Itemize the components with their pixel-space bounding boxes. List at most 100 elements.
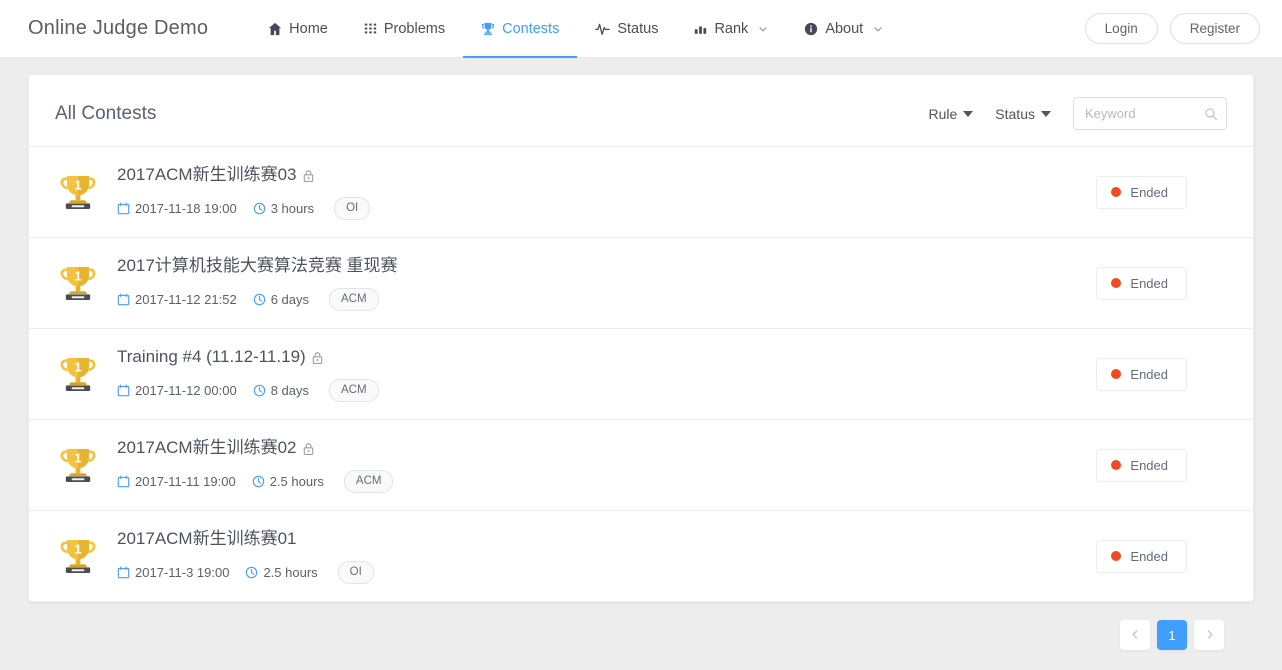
contest-date: 2017-11-11 19:00 [135,473,236,489]
contest-duration: 6 days [253,292,309,307]
contest-duration: 3 hours [253,201,314,216]
contest-start-time: 2017-11-11 19:00 [117,474,236,489]
bar-chart-icon [694,22,707,35]
pagination-next-button[interactable] [1194,620,1224,650]
nav-item-rank[interactable]: Rank [676,0,786,58]
clock-icon [253,293,266,306]
contest-duration: 8 days [253,383,309,398]
contest-row[interactable]: 1 2017计算机技能大赛算法竞赛 重现赛 2017-11-12 21:52 6… [29,237,1253,328]
contest-status: Ended [1096,357,1227,391]
contest-row[interactable]: 1 2017ACM新生训练赛02 2017-11-11 19:00 2.5 ho… [29,419,1253,510]
contest-title-row: Training #4 (11.12-11.19) [117,346,1096,369]
lock-icon [302,169,315,183]
trophy-glyph: 1 [60,449,96,482]
login-button[interactable]: Login [1084,12,1158,45]
search-input[interactable] [1085,106,1200,121]
caret-down-icon [1041,110,1051,117]
contest-info: 2017ACM新生训练赛02 2017-11-11 19:00 2.5 hour… [101,437,1096,494]
contest-title[interactable]: 2017ACM新生训练赛01 [117,528,297,551]
contest-duration: 2.5 hours [245,564,318,580]
chevron-left-icon [1130,628,1141,643]
contest-rule-tag: ACM [329,378,379,403]
status-dot-icon [1111,369,1122,379]
pagination-page-1[interactable]: 1 [1157,620,1187,650]
contest-info: Training #4 (11.12-11.19) 2017-11-12 00:… [101,346,1096,403]
info-icon [804,22,818,36]
contest-info: 2017ACM新生训练赛03 2017-11-18 19:00 3 hours … [101,164,1096,221]
svg-text:1: 1 [74,178,81,193]
contest-rule-tag: OI [337,560,374,585]
contest-row[interactable]: 1 2017ACM新生训练赛03 2017-11-18 19:00 3 hour… [29,146,1253,237]
nav-item-label: Home [289,20,328,37]
contest-duration-value: 2.5 hours [269,473,324,489]
nav-item-label: Contests [502,20,560,37]
contest-meta: 2017-11-3 19:00 2.5 hours OI [117,560,1096,585]
nav-item-label: About [825,20,864,37]
status-filter-dropdown[interactable]: Status [995,106,1051,122]
status-label: Ended [1130,275,1168,291]
contest-date: 2017-11-3 19:00 [135,564,230,580]
nav-item-contests[interactable]: Contests [463,0,578,58]
calendar-icon [117,475,130,488]
contest-duration-value: 2.5 hours [263,564,318,580]
status-dot-icon [1111,187,1122,197]
nav-item-home[interactable]: Home [250,0,346,58]
trophy-icon: 1 [55,352,101,396]
contest-rule-tag: ACM [329,287,379,312]
contest-meta: 2017-11-12 21:52 6 days ACM [117,287,1096,312]
card-header: All Contests Rule Status [29,75,1253,146]
pagination-prev-button[interactable] [1120,620,1150,650]
calendar-icon [117,293,130,306]
contest-title[interactable]: 2017计算机技能大赛算法竞赛 重现赛 [117,255,398,278]
pulse-icon [595,21,611,36]
contest-start-time: 2017-11-12 00:00 [117,383,237,398]
contest-list: 1 2017ACM新生训练赛03 2017-11-18 19:00 3 hour… [29,146,1253,601]
register-button[interactable]: Register [1169,12,1260,45]
chevron-down-icon [758,24,768,34]
contest-duration: 2.5 hours [252,474,324,489]
contest-title[interactable]: 2017ACM新生训练赛02 [117,437,297,460]
clock-icon [252,475,265,488]
contest-status: Ended [1096,266,1227,300]
card-toolbar: Rule Status [929,97,1227,130]
brand-logo[interactable]: Online Judge Demo [28,17,208,40]
nav-item-about[interactable]: About [786,0,901,58]
home-icon [268,22,282,36]
nav-item-label: Problems [383,20,446,37]
nav-item-problems[interactable]: Problems [346,0,463,58]
trophy-glyph: 1 [60,267,96,300]
contest-duration-value: 8 days [270,382,309,398]
contest-title-row: 2017ACM新生训练赛02 [117,437,1096,460]
auth-buttons: Login Register [1084,12,1260,45]
svg-text:1: 1 [74,451,81,466]
lock-icon [311,351,324,365]
status-dot-icon [1111,278,1122,288]
contest-start-time: 2017-11-18 19:00 [117,201,237,216]
trophy-icon: 1 [55,170,101,214]
search-box[interactable] [1073,97,1227,130]
contest-row[interactable]: 1 Training #4 (11.12-11.19) 2017-11-12 0… [29,328,1253,419]
calendar-icon [117,566,130,579]
contest-row[interactable]: 1 2017ACM新生训练赛01 2017-11-3 19:00 2.5 hou… [29,510,1253,601]
svg-text:1: 1 [74,542,81,557]
clock-icon [245,566,258,579]
contest-meta: 2017-11-18 19:00 3 hours OI [117,196,1096,221]
contest-meta: 2017-11-12 00:00 8 days ACM [117,378,1096,403]
status-label: Ended [1130,548,1168,564]
trophy-icon: 1 [55,261,101,305]
contest-info: 2017计算机技能大赛算法竞赛 重现赛 2017-11-12 21:52 6 d… [101,255,1096,312]
status-label: Ended [1130,457,1168,473]
contest-title[interactable]: 2017ACM新生训练赛03 [117,164,297,187]
calendar-icon [117,384,130,397]
contest-start-time: 2017-11-3 19:00 [117,565,229,580]
search-icon[interactable] [1204,107,1218,121]
trophy-icon: 1 [55,443,101,487]
contest-title[interactable]: Training #4 (11.12-11.19) [117,346,306,369]
chevron-down-icon [873,24,883,34]
nav-item-status[interactable]: Status [577,0,676,58]
grid-icon [364,22,377,35]
contest-date: 2017-11-18 19:00 [135,200,237,216]
rule-filter-dropdown[interactable]: Rule [929,106,974,122]
status-badge: Ended [1096,357,1187,391]
caret-down-icon [963,110,974,117]
